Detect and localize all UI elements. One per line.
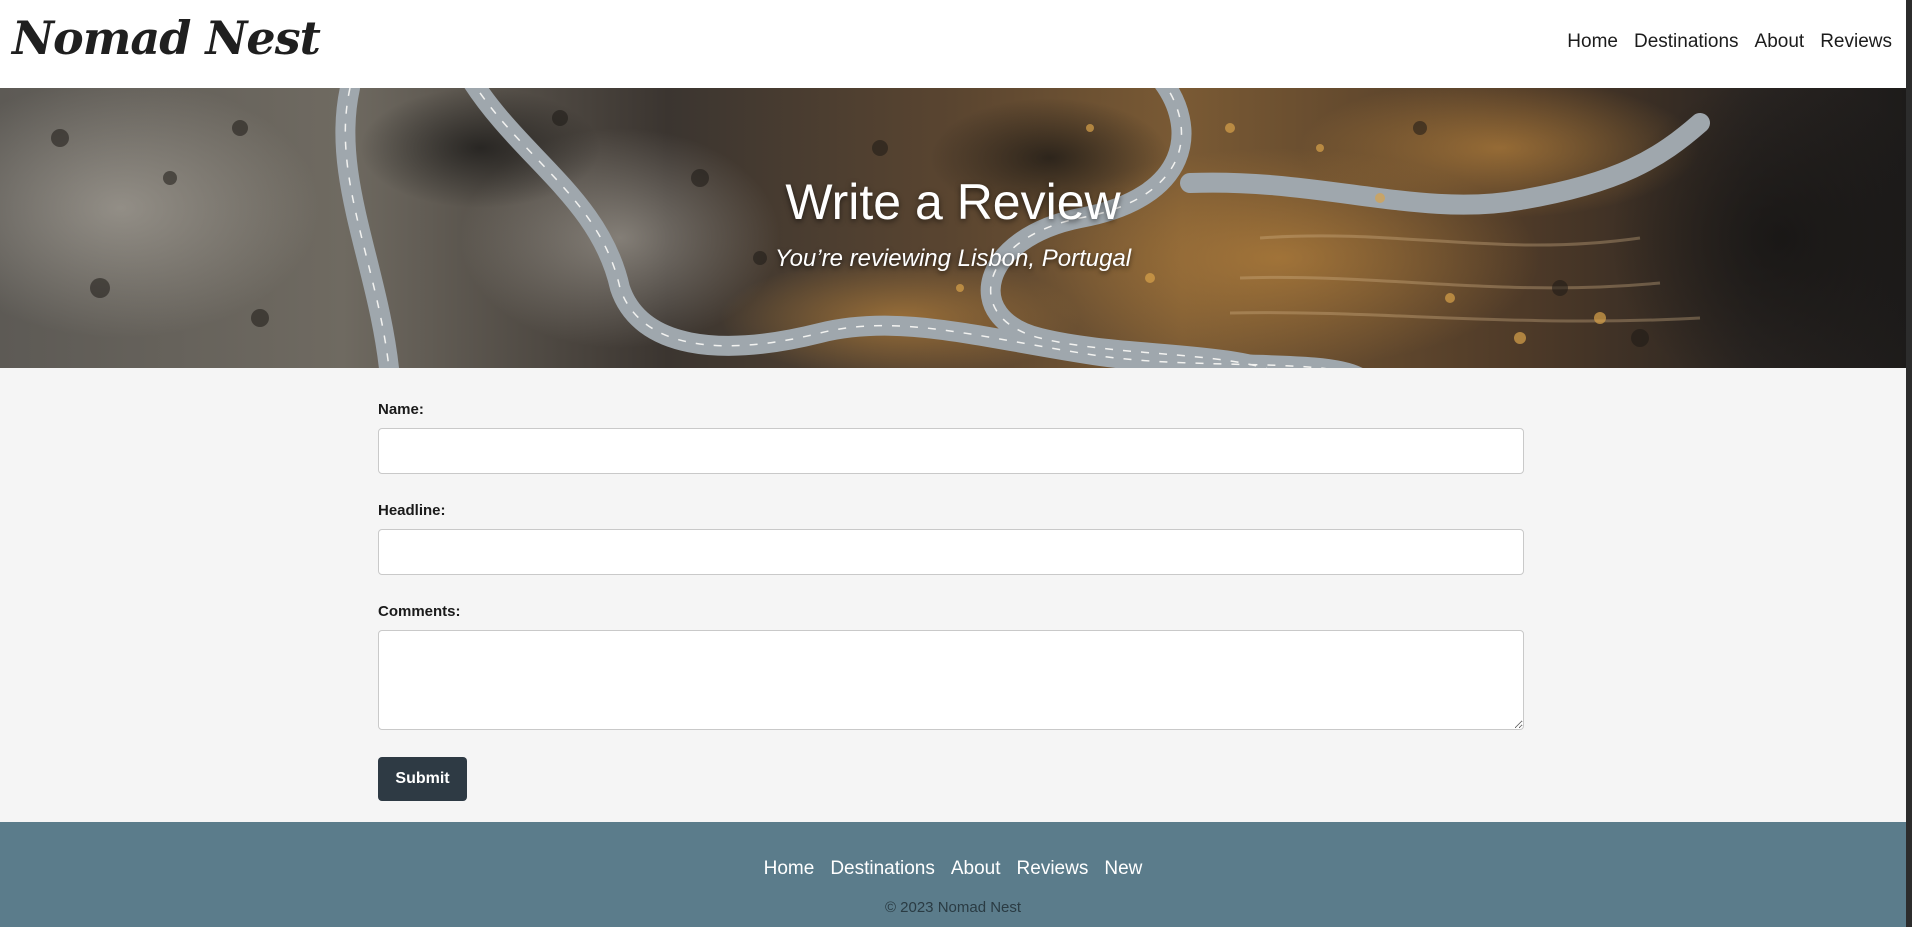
comments-textarea[interactable]: [378, 630, 1524, 730]
footer-nav: Home Destinations About Reviews New: [0, 855, 1906, 883]
nav-link-reviews[interactable]: Reviews: [1820, 28, 1892, 56]
footer-link-about[interactable]: About: [951, 855, 1001, 883]
comments-label: Comments:: [378, 603, 461, 620]
site-logo[interactable]: Nomad Nest: [12, 8, 321, 68]
window-edge: [1906, 0, 1912, 927]
submit-button[interactable]: Submit: [378, 757, 467, 801]
nav-link-destinations[interactable]: Destinations: [1634, 28, 1739, 56]
hero-title: Write a Review: [785, 174, 1121, 230]
top-nav: Home Destinations About Reviews: [1567, 28, 1892, 56]
name-input[interactable]: [378, 428, 1524, 474]
page: Nomad Nest Home Destinations About Revie…: [0, 0, 1906, 927]
name-label: Name:: [378, 401, 424, 418]
review-form: Name: Headline: Comments: Submit: [378, 400, 1524, 801]
footer-link-home[interactable]: Home: [764, 855, 815, 883]
nav-link-home[interactable]: Home: [1567, 28, 1618, 56]
footer-link-reviews[interactable]: Reviews: [1017, 855, 1089, 883]
copyright-text: © 2023 Nomad Nest: [884, 899, 1022, 916]
headline-label: Headline:: [378, 502, 446, 519]
headline-input[interactable]: [378, 529, 1524, 575]
site-header: Nomad Nest Home Destinations About Revie…: [0, 0, 1906, 88]
site-footer: Home Destinations About Reviews New © 20…: [0, 822, 1906, 927]
hero-banner: Write a Review You’re reviewing Lisbon, …: [0, 88, 1906, 368]
nav-link-about[interactable]: About: [1755, 28, 1805, 56]
footer-link-destinations[interactable]: Destinations: [830, 855, 935, 883]
footer-link-new[interactable]: New: [1104, 855, 1142, 883]
hero-subtitle: You’re reviewing Lisbon, Portugal: [774, 245, 1132, 272]
